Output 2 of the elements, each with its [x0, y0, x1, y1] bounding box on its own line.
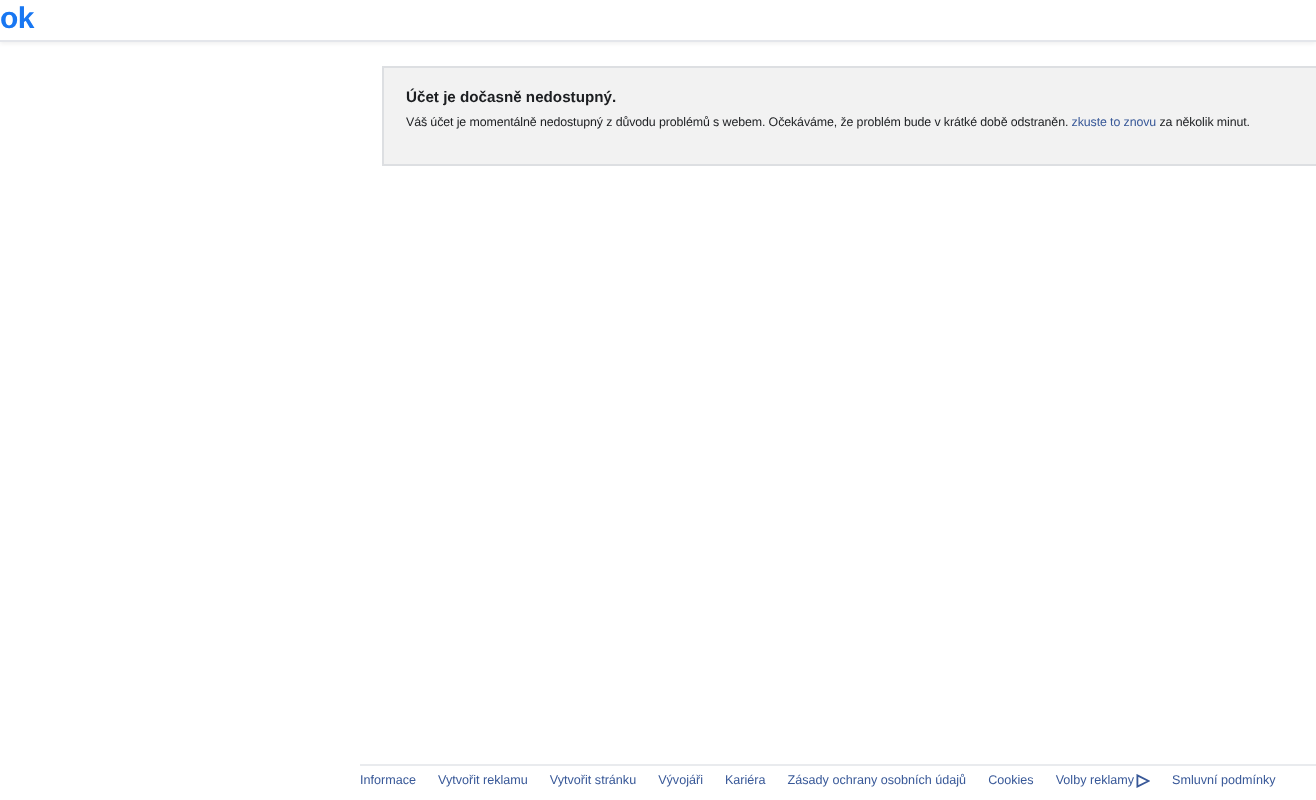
logo[interactable]: ok [0, 0, 34, 40]
ad-choices-icon [1136, 774, 1151, 788]
